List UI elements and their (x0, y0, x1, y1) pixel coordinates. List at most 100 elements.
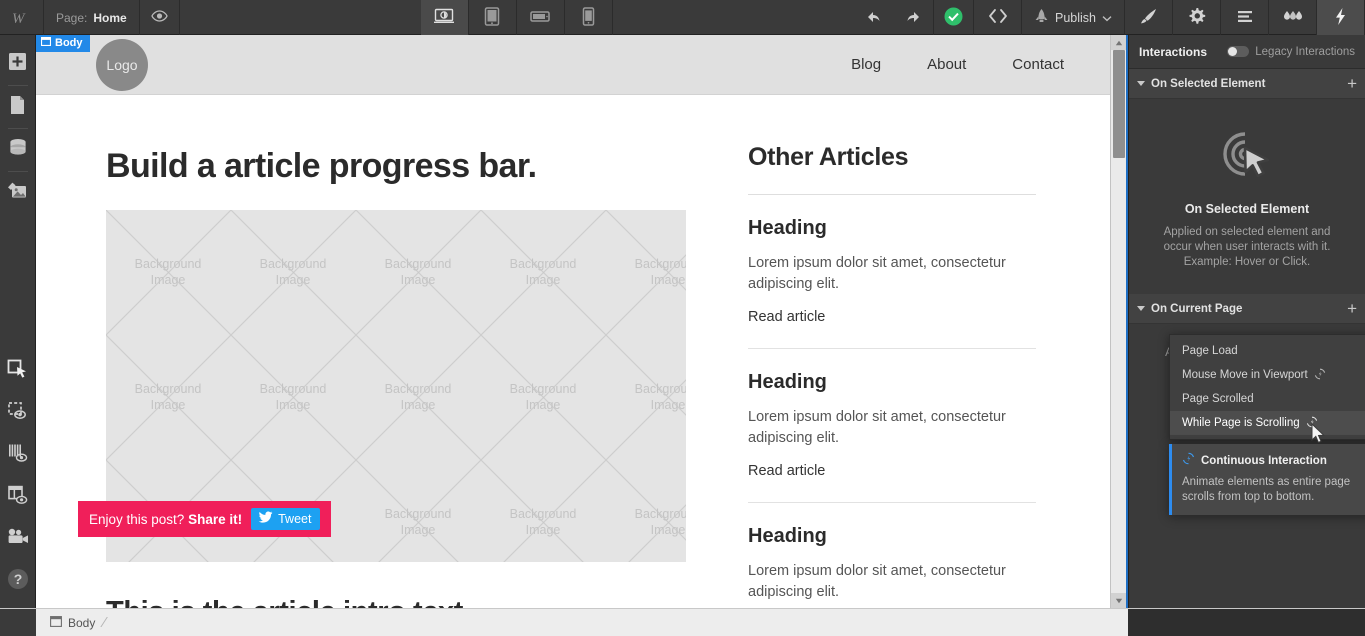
dropdown-item-label: While Page is Scrolling (1182, 417, 1300, 429)
dashed-box-eye-icon (7, 401, 28, 426)
share-banner[interactable]: Enjoy this post? Share it! Tweet (78, 501, 332, 537)
page-selector[interactable]: Page: Home (44, 0, 140, 35)
publish-button[interactable]: Publish (1022, 0, 1126, 35)
interactions-panel-tab[interactable] (1317, 0, 1365, 35)
add-elements-button[interactable] (0, 43, 36, 85)
mobile-landscape-icon (530, 9, 551, 26)
bottom-breadcrumb-bar: Body ⁄ (0, 608, 1365, 636)
list-item[interactable]: Heading Lorem ipsum dolor sit amet, cons… (748, 503, 1036, 608)
article-excerpt: Lorem ipsum dolor sit amet, consectetur … (748, 563, 1006, 600)
background-image-label: BackgroundImage (384, 257, 452, 287)
list-item[interactable]: Heading Lorem ipsum dolor sit amet, cons… (748, 195, 1036, 349)
on-selected-element-section-header[interactable]: On Selected Element + (1129, 69, 1365, 99)
columns-eye-icon (7, 443, 29, 468)
canvas-scrollbar[interactable] (1110, 35, 1126, 608)
custom-code-button[interactable] (974, 0, 1023, 35)
list-item[interactable]: Heading Lorem ipsum dolor sit amet, cons… (748, 349, 1036, 503)
design-canvas[interactable]: Body Logo Blog About Contact 0% (36, 35, 1128, 608)
site-nav-links: Blog About Contact (851, 56, 1090, 73)
preview-toggle-button[interactable] (140, 0, 180, 35)
nav-link-about[interactable]: About (927, 56, 966, 73)
hide-element-button[interactable] (0, 392, 36, 434)
settings-panel-tab[interactable] (1173, 0, 1222, 35)
plus-square-icon (8, 52, 27, 76)
layout-preview-button[interactable] (0, 476, 36, 518)
rocket-icon (1034, 8, 1049, 28)
tablet-icon (484, 6, 500, 29)
triangle-down-icon[interactable] (1137, 306, 1145, 311)
tablet-breakpoint[interactable] (469, 0, 517, 35)
scroll-down-arrow-icon[interactable] (1110, 593, 1126, 608)
section-title: On Selected Element (1151, 77, 1266, 90)
tweet-label: Tweet (278, 512, 312, 526)
scroll-up-arrow-icon[interactable] (1110, 35, 1126, 50)
left-toolbar-bottom-group: ? (0, 350, 35, 602)
guides-button[interactable] (0, 434, 36, 476)
webflow-logo-button[interactable]: W (0, 0, 44, 35)
dropdown-item-while-page-is-scrolling[interactable]: While Page is Scrolling (1170, 411, 1365, 435)
breadcrumb[interactable]: Body ⁄ (36, 609, 116, 636)
mobile-landscape-breakpoint[interactable] (517, 0, 565, 35)
mobile-portrait-breakpoint[interactable] (565, 0, 613, 35)
cms-collections-button[interactable] (0, 129, 36, 171)
article-intro-heading[interactable]: This is the article intro text (106, 596, 726, 608)
continuous-interaction-tooltip: Continuous Interaction Animate elements … (1169, 444, 1365, 515)
undo-arrow-icon (865, 9, 882, 27)
section-header-left: On Current Page (1137, 303, 1242, 315)
bottom-left-pad (0, 608, 36, 636)
read-article-link[interactable]: Read article (748, 463, 825, 479)
code-brackets-icon (987, 8, 1009, 27)
save-status-indicator[interactable] (934, 0, 975, 35)
trigger-type-dropdown[interactable]: Page Load Mouse Move in Viewport Page Sc… (1169, 334, 1365, 440)
bottom-bar-panel-area (1128, 608, 1365, 636)
triangle-down-icon[interactable] (1137, 81, 1145, 86)
background-image-label: BackgroundImage (384, 382, 452, 412)
style-panel-tab[interactable] (1125, 0, 1174, 35)
redo-button[interactable] (894, 0, 935, 35)
tweet-button[interactable]: Tweet (251, 508, 321, 530)
undo-button[interactable] (854, 0, 894, 35)
top-toolbar: W Page: Home Publish (0, 0, 1365, 35)
background-image-label: BackgroundImage (134, 257, 202, 287)
right-panel-tabs (1125, 0, 1365, 35)
empty-state-icon-wrap (1151, 125, 1343, 188)
svg-text:W: W (12, 11, 26, 26)
webflow-designer: W Page: Home Publish ? Body Logo Blog Ab… (0, 0, 1365, 636)
article-excerpt: Lorem ipsum dolor sit amet, consectetur … (748, 255, 1006, 292)
article-excerpt: Lorem ipsum dolor sit amet, consectetur … (748, 409, 1006, 446)
gear-icon (1187, 7, 1206, 29)
help-button[interactable]: ? (0, 560, 36, 602)
toggle-switch[interactable] (1227, 46, 1250, 57)
empty-state-description: Applied on selected element and occur wh… (1163, 226, 1331, 268)
desktop-icon (433, 7, 455, 28)
navigator-panel-tab[interactable] (1221, 0, 1270, 35)
site-logo[interactable]: Logo (96, 38, 148, 91)
publish-label: Publish (1055, 10, 1097, 25)
question-mark-icon: ? (7, 568, 29, 595)
swatches-panel-tab[interactable] (1269, 0, 1318, 35)
add-page-interaction-button[interactable]: + (1347, 300, 1357, 317)
dropdown-item-page-load[interactable]: Page Load (1170, 339, 1365, 363)
legacy-interactions-toggle[interactable]: Legacy Interactions (1227, 46, 1355, 58)
video-tutorials-button[interactable] (0, 518, 36, 560)
selected-element-tag[interactable]: Body (36, 35, 90, 52)
assets-button[interactable] (0, 172, 36, 214)
scrollbar-track[interactable] (1110, 50, 1126, 593)
dropdown-item-page-scrolled[interactable]: Page Scrolled (1170, 387, 1365, 411)
on-current-page-section-header[interactable]: On Current Page + (1129, 294, 1365, 324)
tooltip-description: Animate elements as entire page scrolls … (1182, 476, 1351, 503)
desktop-breakpoint[interactable] (420, 0, 469, 35)
other-articles-title[interactable]: Other Articles (748, 143, 1036, 172)
dropdown-item-mouse-move-in-viewport[interactable]: Mouse Move in Viewport (1170, 363, 1365, 387)
read-article-link[interactable]: Read article (748, 309, 825, 325)
article-title[interactable]: Build a article progress bar. (106, 147, 726, 186)
site-navbar[interactable]: Logo Blog About Contact (36, 35, 1126, 95)
scrollbar-thumb[interactable] (1112, 50, 1125, 158)
select-tool-button[interactable] (0, 350, 36, 392)
nav-link-blog[interactable]: Blog (851, 56, 881, 73)
panel-title: Interactions (1139, 44, 1208, 59)
pages-button[interactable] (0, 86, 36, 128)
nav-link-contact[interactable]: Contact (1012, 56, 1064, 73)
add-interaction-button[interactable]: + (1347, 75, 1357, 92)
droplets-icon (1282, 8, 1304, 28)
